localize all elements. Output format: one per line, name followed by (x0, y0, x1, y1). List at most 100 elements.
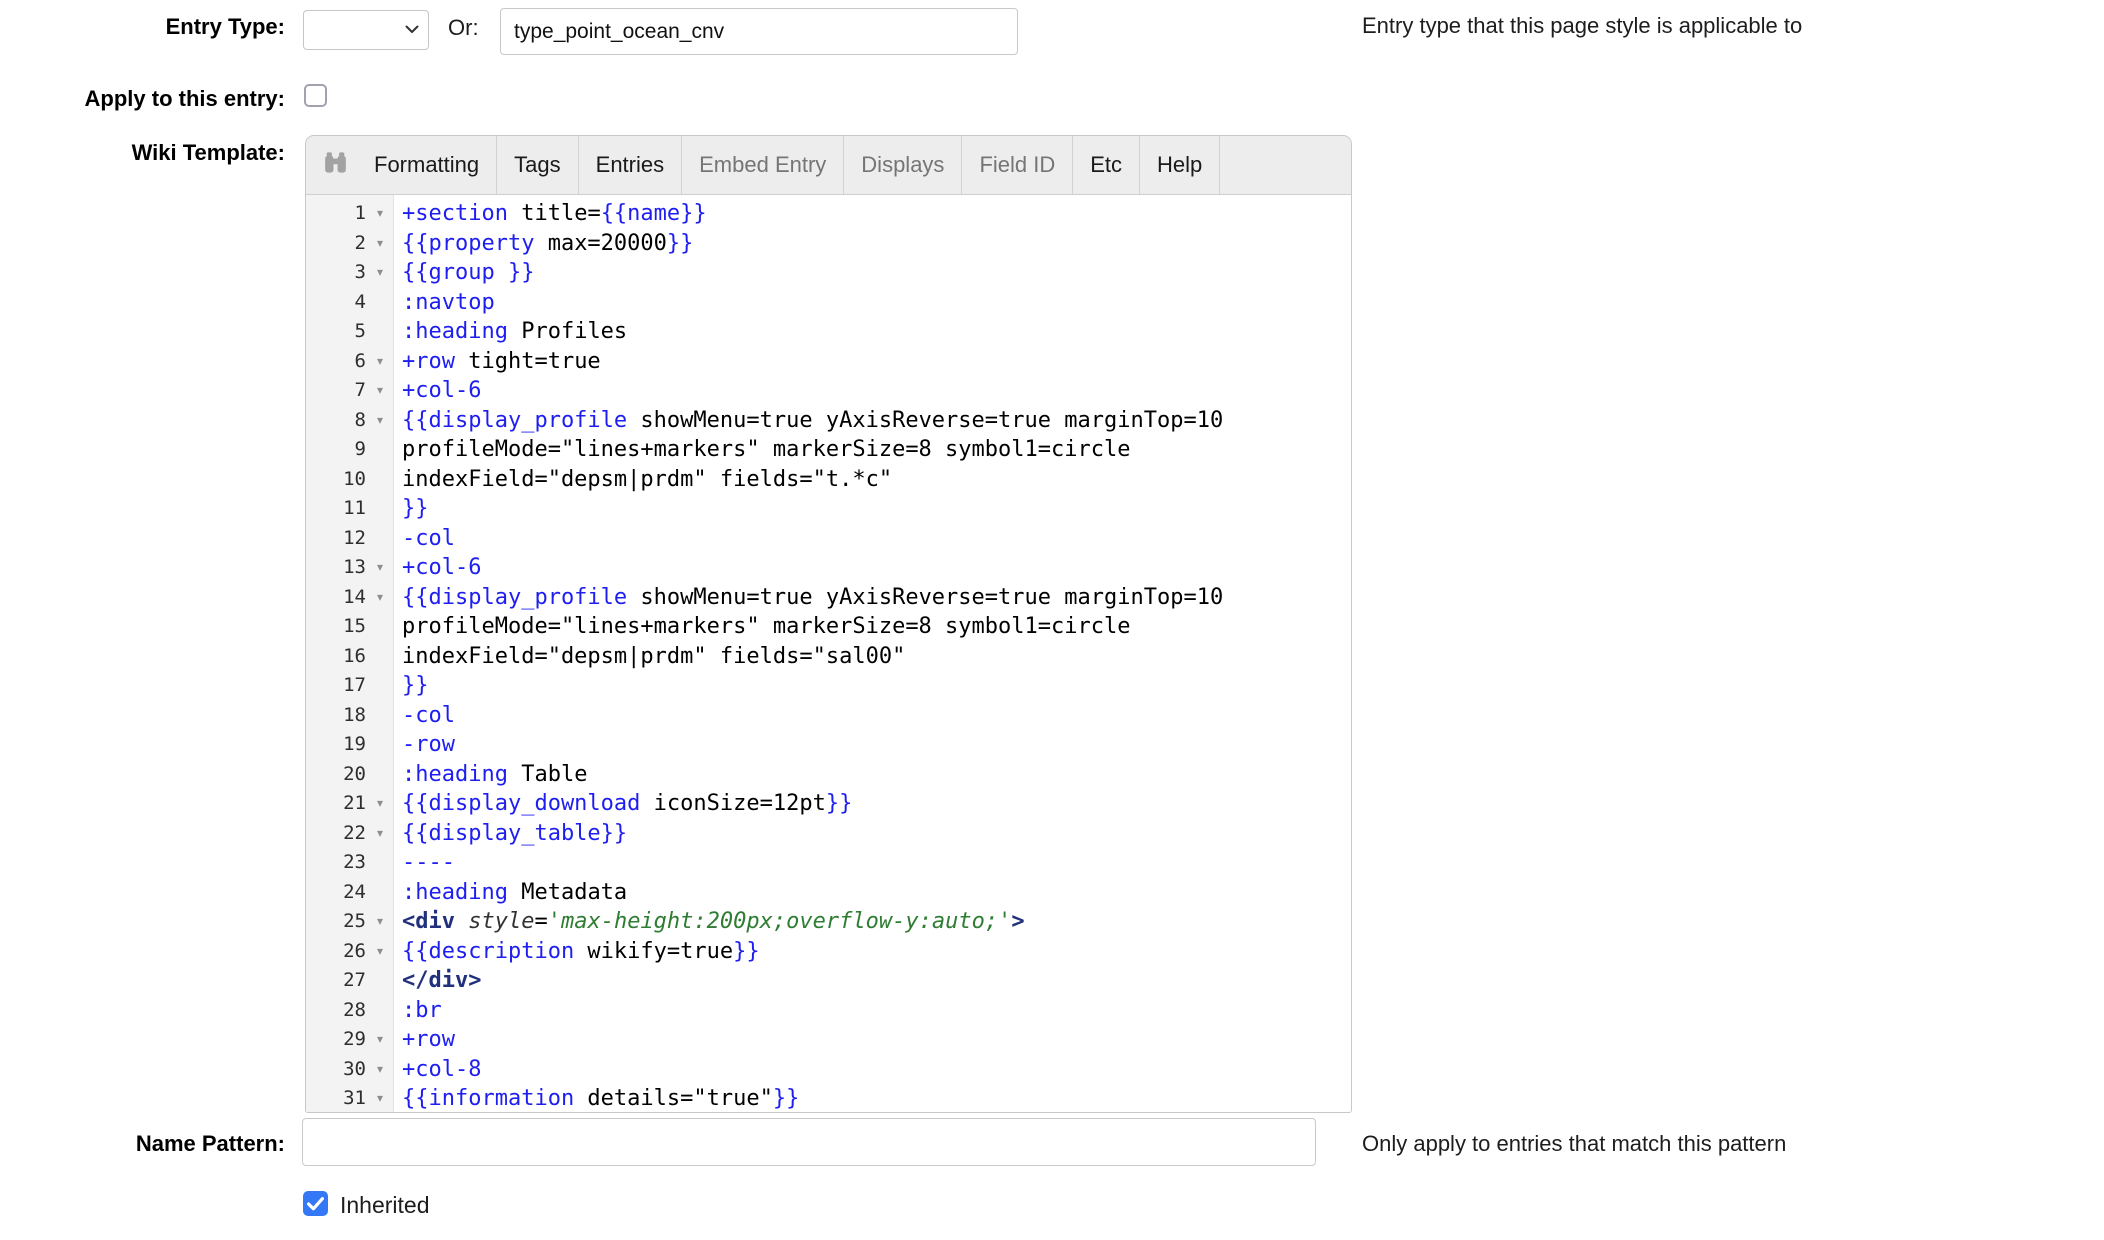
code-line[interactable]: 5:heading Profiles (306, 317, 1351, 347)
code-line[interactable]: 22▾{{display_table}} (306, 819, 1351, 849)
code-line[interactable]: 7▾+col-6 (306, 376, 1351, 406)
tab-displays[interactable]: Displays (844, 136, 962, 194)
fold-arrow-icon[interactable]: ▾ (366, 199, 394, 229)
code-line[interactable]: 2▾{{property max=20000}} (306, 229, 1351, 259)
fold-spacer (366, 760, 394, 790)
tab-formatting[interactable]: Formatting (357, 136, 497, 194)
gutter-cell: 25▾ (306, 907, 394, 937)
code-text: +row tight=true (394, 347, 601, 377)
fold-arrow-icon[interactable]: ▾ (366, 258, 394, 288)
fold-arrow-icon[interactable]: ▾ (366, 1025, 394, 1055)
line-number: 15 (306, 612, 366, 642)
fold-arrow-icon[interactable]: ▾ (366, 229, 394, 259)
code-text: indexField="depsm|prdm" fields="t.*c" (394, 465, 892, 495)
code-line[interactable]: 25▾<div style='max-height:200px;overflow… (306, 907, 1351, 937)
code-line[interactable]: 15 profileMode="lines+markers" markerSize… (306, 612, 1351, 642)
line-number: 6 (306, 347, 366, 377)
code-line[interactable]: 11}} (306, 494, 1351, 524)
code-line[interactable]: 12-col (306, 524, 1351, 554)
code-line[interactable]: 20:heading Table (306, 760, 1351, 790)
gutter-cell: 11 (306, 494, 394, 524)
code-line[interactable]: 18-col (306, 701, 1351, 731)
code-line[interactable]: 16indexField="depsm|prdm" fields="sal00" (306, 642, 1351, 672)
inherited-checkbox[interactable] (303, 1191, 328, 1216)
fold-arrow-icon[interactable]: ▾ (366, 1084, 394, 1113)
wiki-template-editor[interactable]: FormattingTagsEntriesEmbed EntryDisplays… (305, 135, 1352, 1113)
apply-to-entry-checkbox[interactable] (304, 84, 327, 107)
fold-spacer (366, 435, 394, 465)
code-line[interactable]: 31▾{{information details="true"}} (306, 1084, 1351, 1113)
inherited-label: Inherited (340, 1192, 430, 1219)
fold-arrow-icon[interactable]: ▾ (366, 819, 394, 849)
fold-arrow-icon[interactable]: ▾ (366, 907, 394, 937)
fold-arrow-icon[interactable]: ▾ (366, 553, 394, 583)
wiki-template-label: Wiki Template: (0, 140, 285, 166)
fold-arrow-icon[interactable]: ▾ (366, 376, 394, 406)
code-text: {{information details="true"}} (394, 1084, 799, 1113)
name-pattern-input[interactable] (302, 1118, 1316, 1166)
code-line[interactable]: 13▾+col-6 (306, 553, 1351, 583)
code-line[interactable]: 23---- (306, 848, 1351, 878)
line-number: 10 (306, 465, 366, 495)
code-line[interactable]: 1▾+section title={{name}} (306, 199, 1351, 229)
code-line[interactable]: 28:br (306, 996, 1351, 1026)
line-number: 23 (306, 848, 366, 878)
code-line[interactable]: 4:navtop (306, 288, 1351, 318)
fold-arrow-icon[interactable]: ▾ (366, 937, 394, 967)
code-line[interactable]: 17}} (306, 671, 1351, 701)
code-line[interactable]: 9profileMode="lines+markers" markerSize=… (306, 435, 1351, 465)
code-text: {{display_profile showMenu=true yAxisRev… (394, 583, 1223, 613)
fold-spacer (366, 996, 394, 1026)
code-editor-area[interactable]: 1▾+section title={{name}}2▾{{property ma… (306, 195, 1351, 1113)
tab-etc[interactable]: Etc (1073, 136, 1140, 194)
fold-spacer (366, 642, 394, 672)
fold-arrow-icon[interactable]: ▾ (366, 406, 394, 436)
fold-arrow-icon[interactable]: ▾ (366, 347, 394, 377)
gutter-cell: 14▾ (306, 583, 394, 613)
fold-arrow-icon[interactable]: ▾ (366, 789, 394, 819)
search-button[interactable] (306, 136, 357, 194)
gutter-cell: 2▾ (306, 229, 394, 259)
line-number: 18 (306, 701, 366, 731)
line-number: 29 (306, 1025, 366, 1055)
fold-spacer (366, 966, 394, 996)
code-line[interactable]: 27</div> (306, 966, 1351, 996)
gutter-cell: 24 (306, 878, 394, 908)
tab-embed-entry[interactable]: Embed Entry (682, 136, 844, 194)
code-text: +col-8 (394, 1055, 481, 1085)
fold-arrow-icon[interactable]: ▾ (366, 1055, 394, 1085)
line-number: 5 (306, 317, 366, 347)
code-text: :heading Metadata (394, 878, 627, 908)
code-text: +section title={{name}} (394, 199, 707, 229)
code-line[interactable]: 24:heading Metadata (306, 878, 1351, 908)
code-line[interactable]: 6▾+row tight=true (306, 347, 1351, 377)
line-number: 2 (306, 229, 366, 259)
code-line[interactable]: 21▾{{display_download iconSize=12pt}} (306, 789, 1351, 819)
code-text: profileMode="lines+markers" markerSize=8… (394, 612, 1130, 642)
entry-type-select[interactable] (303, 10, 429, 50)
editor-tabbar: FormattingTagsEntriesEmbed EntryDisplays… (306, 136, 1351, 195)
code-line[interactable]: 3▾{{group }} (306, 258, 1351, 288)
code-text: {{display_profile showMenu=true yAxisRev… (394, 406, 1223, 436)
code-text: {{property max=20000}} (394, 229, 693, 259)
code-line[interactable]: 14▾{{display_profile showMenu=true yAxis… (306, 583, 1351, 613)
code-line[interactable]: 29▾+row (306, 1025, 1351, 1055)
code-line[interactable]: 26▾{{description wikify=true}} (306, 937, 1351, 967)
code-line[interactable]: 8▾{{display_profile showMenu=true yAxisR… (306, 406, 1351, 436)
tab-field-id[interactable]: Field ID (962, 136, 1073, 194)
line-number: 3 (306, 258, 366, 288)
code-line[interactable]: 19-row (306, 730, 1351, 760)
line-number: 17 (306, 671, 366, 701)
code-line[interactable]: 10 indexField="depsm|prdm" fields="t.*c" (306, 465, 1351, 495)
tab-tags[interactable]: Tags (497, 136, 578, 194)
gutter-cell: 16 (306, 642, 394, 672)
fold-arrow-icon[interactable]: ▾ (366, 583, 394, 613)
code-text: +col-6 (394, 376, 481, 406)
name-pattern-label: Name Pattern: (0, 1131, 285, 1157)
code-text: +col-6 (394, 553, 481, 583)
tab-entries[interactable]: Entries (579, 136, 682, 194)
code-line[interactable]: 30▾+col-8 (306, 1055, 1351, 1085)
line-number: 26 (306, 937, 366, 967)
tab-help[interactable]: Help (1140, 136, 1220, 194)
entry-type-input[interactable] (500, 8, 1018, 55)
